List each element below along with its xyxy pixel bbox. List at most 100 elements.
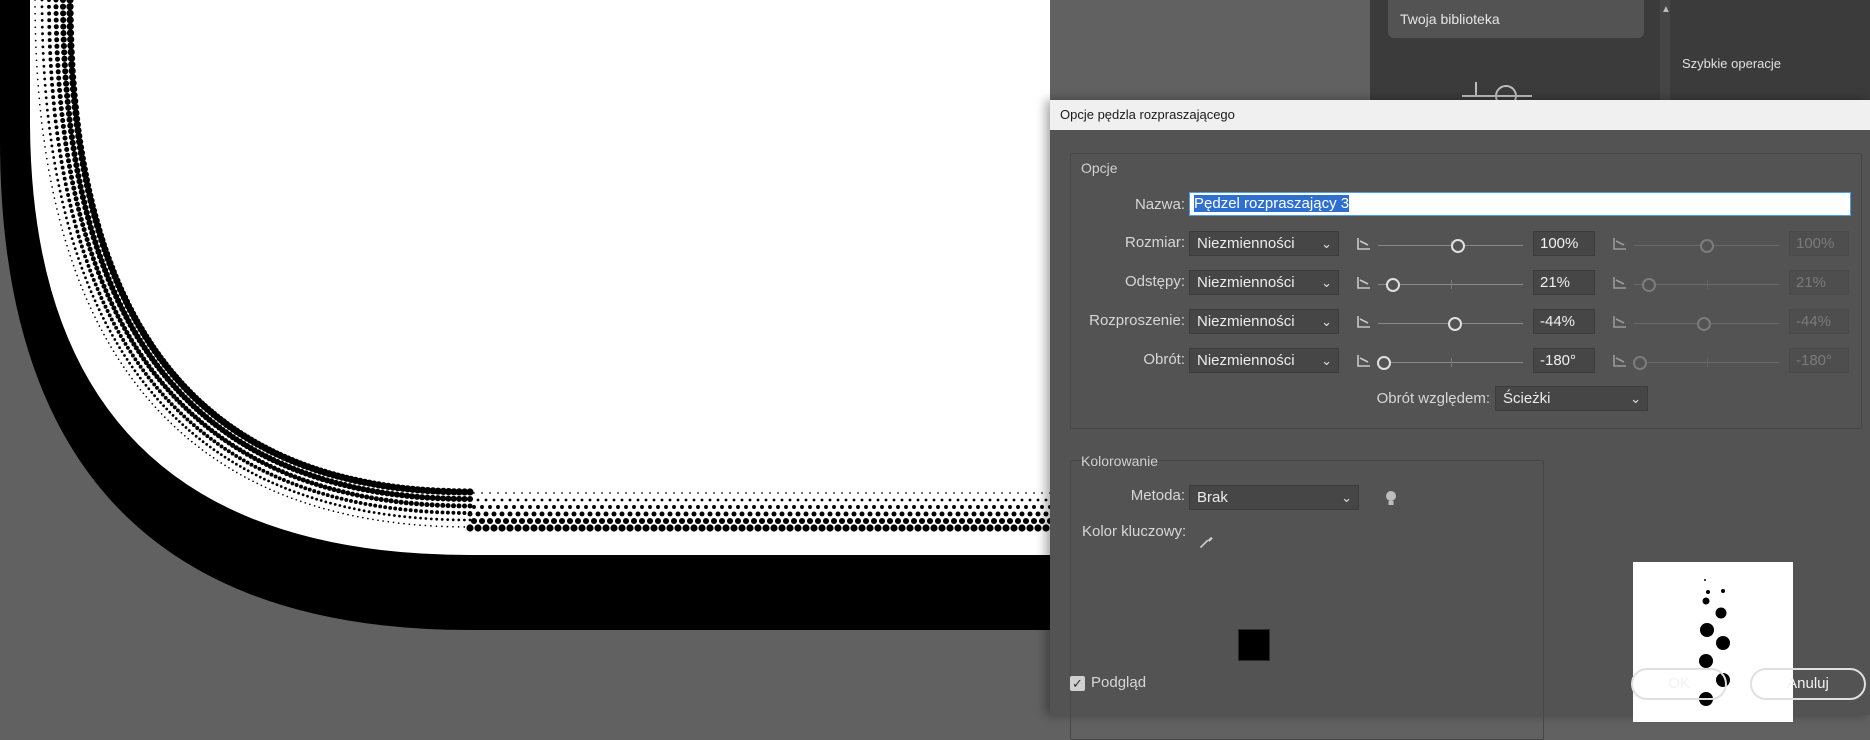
halftone-dot [1002,524,1010,532]
slider-knob[interactable] [1632,356,1647,370]
secondary-value-input[interactable]: 100% [1789,231,1849,256]
halftone-dot [125,345,130,350]
secondary-value-input[interactable]: -180° [1789,348,1849,373]
halftone-dot [56,178,60,182]
halftone-dot [600,505,604,509]
secondary-value-input[interactable]: 21% [1789,270,1849,295]
halftone-dot [916,498,920,502]
halftone-dot [61,55,68,62]
halftone-dot [78,217,84,222]
slider-knob[interactable] [1696,317,1711,331]
eyedropper-icon[interactable] [1198,532,1216,550]
secondary-slider[interactable] [1634,314,1779,334]
pressure-lock-icon[interactable] [1356,313,1374,331]
row-value-input[interactable]: 21% [1533,270,1595,295]
halftone-dot [497,492,499,494]
cancel-button[interactable]: Anuluj [1750,668,1866,700]
slider-knob[interactable] [1385,278,1400,292]
halftone-dot [81,288,84,291]
halftone-dot [728,505,732,509]
secondary-slider[interactable] [1632,353,1779,373]
halftone-dot [76,178,83,185]
slider-knob[interactable] [1641,278,1656,292]
halftone-dot [68,169,73,175]
ok-button[interactable]: OK [1631,668,1727,700]
row-value-input[interactable]: -180° [1533,348,1595,373]
tips-lightbulb-icon[interactable] [1382,489,1400,507]
halftone-dot [819,511,825,517]
row-value-input[interactable]: 100% [1533,231,1595,256]
quick-actions-label[interactable]: Szybkie operacje [1682,56,1781,71]
halftone-dot [840,505,844,509]
row-slider[interactable] [1378,275,1523,295]
preview-dot [1700,623,1714,637]
halftone-dot [284,486,287,490]
halftone-dot [419,524,421,526]
secondary-slider[interactable] [1634,236,1779,256]
halftone-dot [60,118,66,123]
pressure-lock-icon[interactable] [1612,313,1630,331]
halftone-dot [327,509,330,511]
row-mode-select[interactable]: Niezmienności ⌄ [1189,231,1339,256]
panel-scrollbar[interactable] [1660,0,1670,100]
halftone-dot [528,505,532,509]
halftone-dot [51,101,56,106]
slider-knob[interactable] [1447,317,1462,331]
halftone-dot [777,492,779,494]
halftone-dot [245,460,250,465]
scroll-up-arrow-icon[interactable]: ▲ [1661,4,1671,15]
your-library-item[interactable]: Twoja biblioteka [1388,0,1644,38]
halftone-dot [70,180,76,186]
halftone-dot [897,492,899,494]
name-input[interactable]: Pędzel rozpraszający 3 [1189,192,1851,216]
halftone-dot [59,112,65,118]
halftone-dot [403,507,408,512]
rotation-relative-select[interactable]: Ścieżki ⌄ [1495,386,1648,411]
halftone-dot [833,492,835,494]
halftone-dot [277,492,280,494]
halftone-dot [942,517,950,525]
slider-knob[interactable] [1450,239,1465,253]
halftone-dot [364,494,370,500]
row-value-input[interactable]: -44% [1533,309,1595,334]
halftone-dot [778,524,786,532]
row-mode-select[interactable]: Niezmienności ⌄ [1189,309,1339,334]
row-slider[interactable] [1378,314,1523,334]
pressure-lock-icon[interactable] [1356,235,1374,253]
pressure-lock-icon[interactable] [1356,274,1374,292]
row-slider[interactable] [1378,236,1523,256]
row-slider[interactable] [1376,353,1523,373]
halftone-dot [51,95,56,100]
pressure-lock-icon[interactable] [1612,352,1630,370]
halftone-dot [577,492,579,494]
slider-knob[interactable] [1376,356,1391,370]
halftone-dot [133,381,136,384]
slider-center-tick [1706,280,1708,289]
halftone-dot [220,462,223,464]
slider-knob[interactable] [1699,239,1714,253]
key-color-swatch[interactable] [1238,629,1270,661]
halftone-dot [456,495,463,502]
dialog-titlebar[interactable]: Opcje pędzla rozpraszającego [1050,100,1870,130]
method-select[interactable]: Brak ⌄ [1189,485,1359,510]
pressure-lock-icon[interactable] [1612,235,1630,253]
halftone-dot [668,498,672,502]
halftone-dot [650,524,658,532]
row-mode-select[interactable]: Niezmienności ⌄ [1189,348,1339,373]
halftone-dot [430,525,432,527]
halftone-dot [966,517,974,525]
halftone-dot [54,43,60,49]
row-mode-select[interactable]: Niezmienności ⌄ [1189,270,1339,295]
halftone-dot [352,514,354,517]
halftone-dot [74,269,77,272]
secondary-value-input[interactable]: -44% [1789,309,1849,334]
halftone-dot [83,293,86,296]
preview-checkbox[interactable]: ✓ [1070,676,1085,691]
halftone-dot [937,492,939,494]
pressure-lock-icon[interactable] [1612,274,1630,292]
pressure-lock-icon[interactable] [1356,352,1374,370]
secondary-slider[interactable] [1634,275,1779,295]
halftone-dot [536,505,540,509]
halftone-dot [331,487,337,493]
halftone-dot [72,219,77,224]
